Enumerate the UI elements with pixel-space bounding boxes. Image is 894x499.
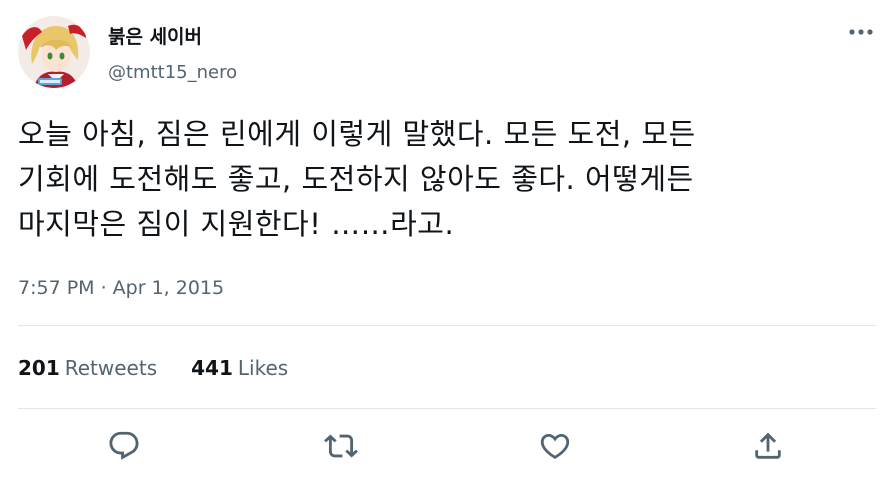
tweet-card: 붉은 세이버 @tmtt15_nero 오늘 아침, 짐은 린에게 이렇게 말했… [0, 0, 894, 499]
more-icon [849, 29, 873, 35]
tweet-stats: 201 Retweets 441 Likes [18, 354, 322, 382]
divider [18, 325, 876, 326]
retweets-label: Retweets [64, 356, 158, 380]
retweets-count: 201 [18, 356, 60, 380]
like-button[interactable] [535, 426, 575, 466]
avatar[interactable] [18, 16, 90, 88]
divider [18, 408, 876, 409]
tweet-timestamp[interactable]: 7:57 PM · Apr 1, 2015 [18, 274, 224, 302]
likes-stat[interactable]: 441 Likes [191, 354, 288, 382]
user-handle[interactable]: @tmtt15_nero [108, 60, 237, 86]
tweet-text-line: 마지막은 짐이 지원한다! ……라고. [18, 207, 455, 241]
share-icon [755, 432, 781, 459]
likes-label: Likes [237, 356, 289, 380]
display-name[interactable]: 붉은 세이버 [108, 24, 202, 50]
tweet-text-line: 기회에 도전해도 좋고, 도전하지 않아도 좋다. 어떻게든 [18, 162, 694, 196]
reply-icon [109, 431, 139, 460]
avatar-illustration [18, 16, 90, 88]
tweet-text-line: 오늘 아침, 짐은 린에게 이렇게 말했다. 모든 도전, 모든 [18, 117, 696, 151]
share-button[interactable] [748, 426, 788, 466]
retweets-stat[interactable]: 201 Retweets [18, 354, 157, 382]
likes-count: 441 [191, 356, 233, 380]
like-icon [540, 433, 570, 459]
retweet-icon [324, 434, 358, 458]
reply-button[interactable] [104, 426, 144, 466]
more-button[interactable] [844, 20, 878, 44]
retweet-button[interactable] [321, 426, 361, 466]
tweet-text: 오늘 아침, 짐은 린에게 이렇게 말했다. 모든 도전, 모든 기회에 도전해… [18, 112, 876, 247]
